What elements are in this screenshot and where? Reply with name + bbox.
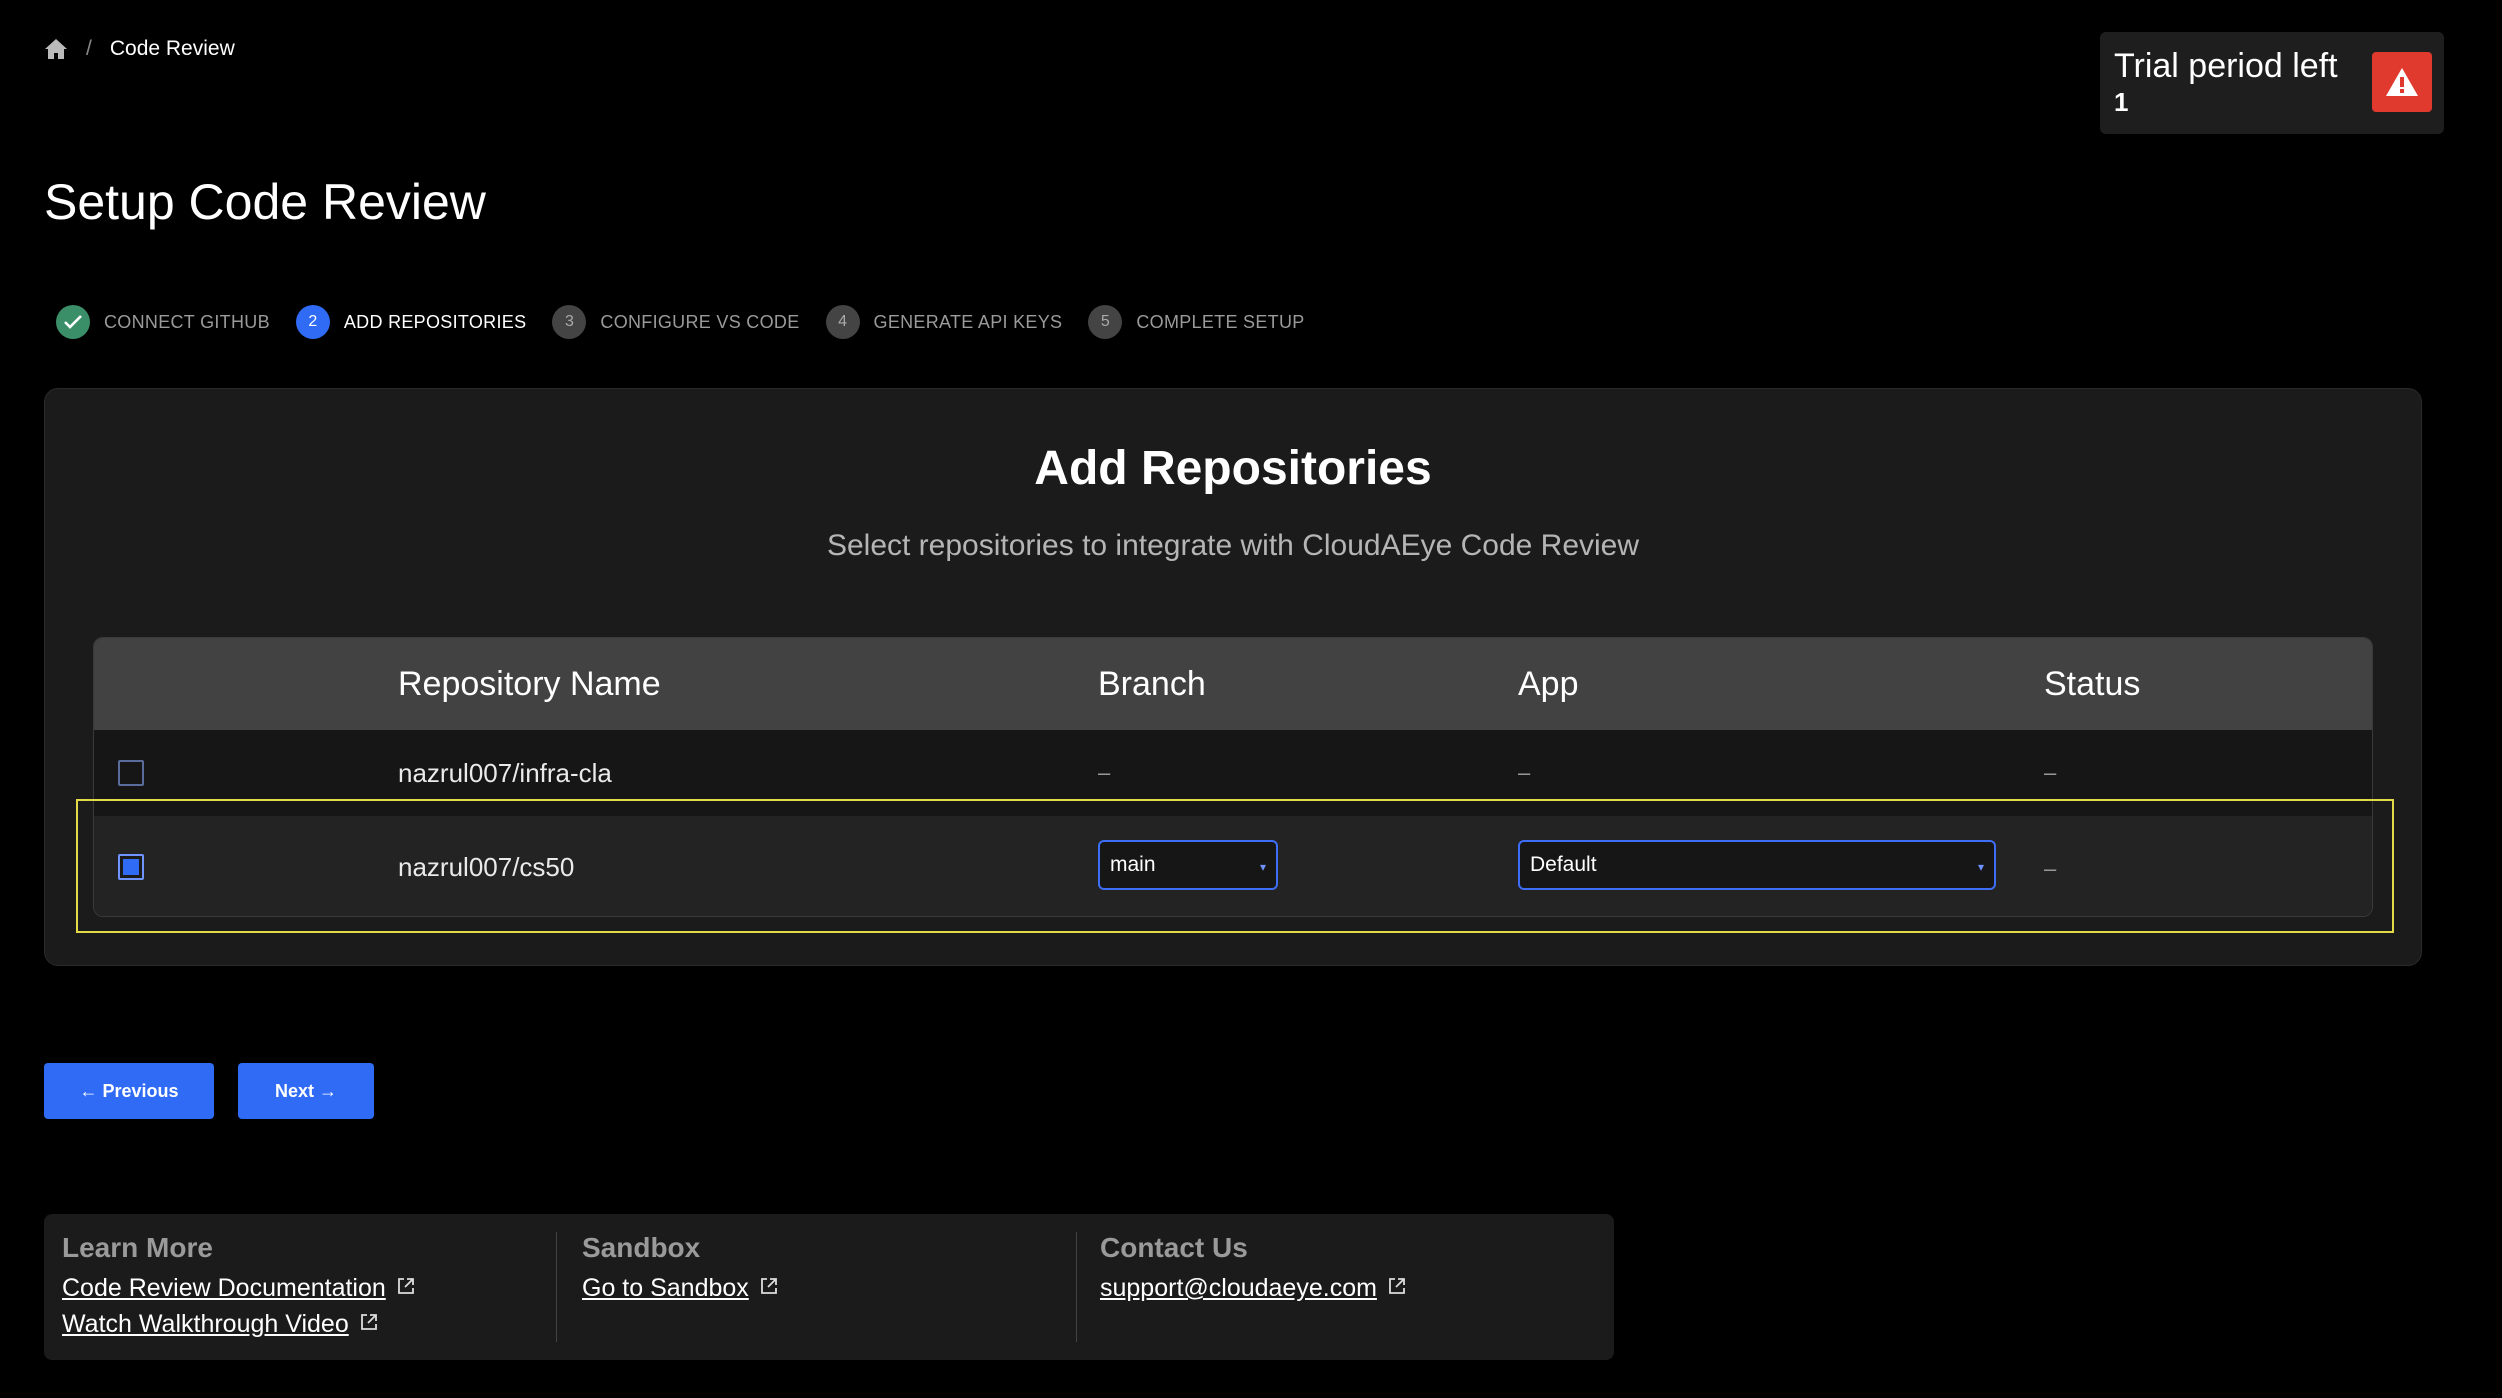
step-configure-vs-code[interactable]: 3 CONFIGURE VS CODE: [552, 305, 799, 339]
learn-more-section: Learn More Code Review Documentation Wat…: [62, 1232, 416, 1342]
footer-resources: Learn More Code Review Documentation Wat…: [44, 1214, 1614, 1360]
external-link-icon: [759, 1270, 779, 1306]
column-header-branch: Branch: [1098, 665, 1206, 703]
trial-banner: Trial period left 1: [2100, 32, 2444, 134]
column-header-app: App: [1518, 665, 1579, 703]
step-label: CONFIGURE VS CODE: [600, 311, 800, 332]
column-header-repository: Repository Name: [398, 665, 661, 703]
learn-more-heading: Learn More: [62, 1232, 213, 1263]
page-title: Setup Code Review: [44, 174, 486, 230]
external-link-icon: [359, 1306, 379, 1342]
next-button[interactable]: Next →: [238, 1063, 374, 1119]
setup-stepper: CONNECT GITHUB 2 ADD REPOSITORIES 3 CONF…: [56, 304, 1331, 340]
step-generate-api-keys[interactable]: 4 GENERATE API KEYS: [825, 305, 1063, 339]
step-number: 2: [295, 305, 330, 339]
contact-section: Contact Us support@cloudaeye.com: [1100, 1232, 1407, 1306]
step-complete-setup[interactable]: 5 COMPLETE SETUP: [1088, 305, 1304, 339]
sandbox-link[interactable]: Go to Sandbox: [582, 1270, 779, 1306]
repo-checkbox[interactable]: [118, 760, 144, 786]
table-header: Repository Name Branch App Status: [94, 638, 2372, 730]
previous-button[interactable]: ← Previous: [44, 1063, 214, 1119]
step-number: 3: [552, 305, 587, 339]
step-label: COMPLETE SETUP: [1136, 311, 1305, 332]
footer-divider: [556, 1232, 557, 1342]
step-label: GENERATE API KEYS: [873, 311, 1063, 332]
selection-highlight: [76, 799, 2394, 933]
breadcrumb-separator: /: [86, 37, 92, 60]
step-number: 4: [825, 305, 860, 339]
walkthrough-link-label: Watch Walkthrough Video: [62, 1310, 349, 1338]
step-add-repositories[interactable]: 2 ADD REPOSITORIES: [295, 305, 527, 339]
sandbox-link-label: Go to Sandbox: [582, 1274, 749, 1302]
contact-heading: Contact Us: [1100, 1232, 1248, 1263]
card-subtitle: Select repositories to integrate with Cl…: [826, 529, 1640, 562]
branch-value: –: [1098, 760, 1111, 785]
step-label: ADD REPOSITORIES: [343, 311, 527, 332]
breadcrumb-current[interactable]: Code Review: [110, 37, 235, 61]
documentation-link-label: Code Review Documentation: [62, 1274, 386, 1302]
step-number: 5: [1088, 305, 1123, 339]
warning-icon: [2372, 52, 2432, 112]
repo-name: nazrul007/infra-cla: [398, 758, 612, 788]
app-value: –: [1518, 760, 1531, 785]
documentation-link[interactable]: Code Review Documentation: [62, 1270, 416, 1306]
card-title: Add Repositories: [1034, 442, 1432, 495]
check-icon: [56, 305, 90, 339]
status-value: –: [2044, 760, 2057, 785]
step-connect-github[interactable]: CONNECT GITHUB: [56, 305, 270, 339]
walkthrough-video-link[interactable]: Watch Walkthrough Video: [62, 1306, 416, 1342]
footer-divider: [1076, 1232, 1077, 1342]
sandbox-section: Sandbox Go to Sandbox: [582, 1232, 779, 1306]
home-icon[interactable]: [44, 38, 68, 60]
step-label: CONNECT GITHUB: [104, 311, 270, 332]
support-email-link[interactable]: support@cloudaeye.com: [1100, 1270, 1407, 1306]
column-header-status: Status: [2044, 665, 2141, 703]
external-link-icon: [1387, 1270, 1407, 1306]
sandbox-heading: Sandbox: [582, 1232, 701, 1263]
breadcrumb: / Code Review: [44, 32, 235, 66]
external-link-icon: [396, 1270, 416, 1306]
support-email-label: support@cloudaeye.com: [1100, 1274, 1377, 1302]
